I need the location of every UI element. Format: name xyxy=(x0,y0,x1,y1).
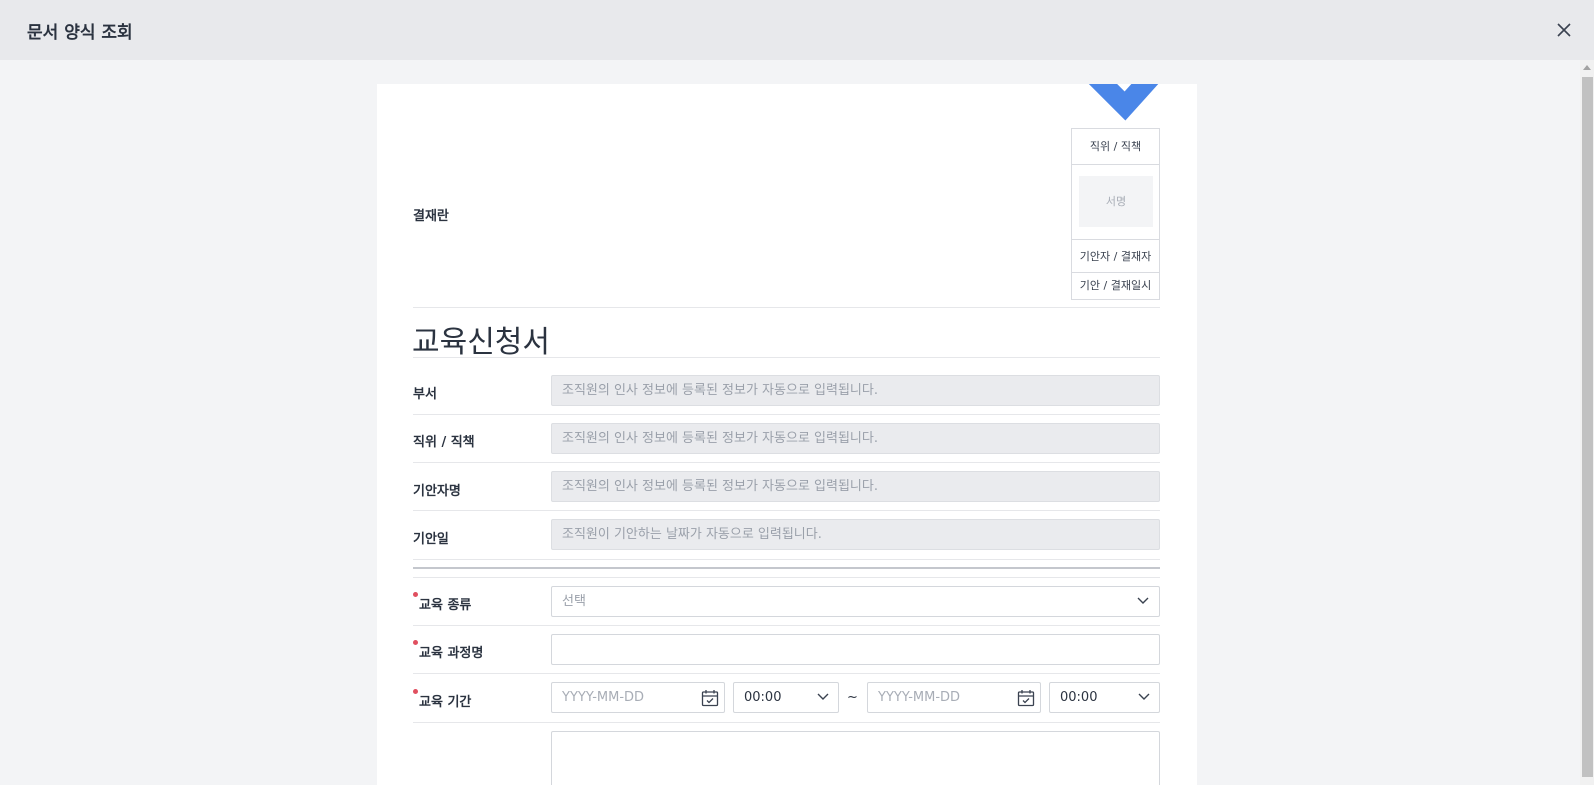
chevron-down-icon xyxy=(1138,693,1150,700)
scroll-thumb[interactable] xyxy=(1582,77,1593,777)
document-paper: 결재란 직위 / 직책 서명 기안자 / 결재자 기안 / 결재일시 교육신청서… xyxy=(377,84,1197,785)
approval-date-row: 기안 / 결재일시 xyxy=(1079,279,1152,292)
divider xyxy=(413,307,1160,308)
start-date-input[interactable]: YYYY-MM-DD xyxy=(551,682,725,713)
document-title: 교육신청서 xyxy=(412,325,550,360)
start-time-select[interactable]: 00:00 xyxy=(733,682,839,713)
education-period-label: 교육 기간 xyxy=(419,695,472,710)
end-date-placeholder: YYYY-MM-DD xyxy=(878,690,961,705)
draft-date-label: 기안일 xyxy=(413,532,449,547)
approval-sign-area[interactable]: 서명 xyxy=(1079,176,1153,227)
checkmark-icon xyxy=(1088,84,1159,121)
period-separator: ~ xyxy=(847,690,858,705)
approval-label: 결재란 xyxy=(413,209,449,224)
details-textarea[interactable] xyxy=(551,731,1160,785)
chevron-down-icon xyxy=(1137,597,1149,604)
divider xyxy=(413,462,1160,463)
education-type-placeholder: 선택 xyxy=(562,594,586,609)
start-date-placeholder: YYYY-MM-DD xyxy=(562,690,645,705)
required-dot xyxy=(413,592,418,597)
modal-body: 결재란 직위 / 직책 서명 기안자 / 결재자 기안 / 결재일시 교육신청서… xyxy=(0,60,1594,785)
end-time-value: 00:00 xyxy=(1060,690,1098,705)
department-field: 조직원의 인사 정보에 등록된 정보가 자동으로 입력됩니다. xyxy=(551,375,1160,406)
divider xyxy=(413,673,1160,674)
course-name-input[interactable] xyxy=(551,634,1160,665)
end-time-select[interactable]: 00:00 xyxy=(1049,682,1160,713)
education-type-select[interactable]: 선택 xyxy=(551,586,1160,617)
scroll-up-arrow-icon[interactable] xyxy=(1583,65,1591,70)
education-type-label: 교육 종류 xyxy=(419,598,472,613)
divider xyxy=(413,414,1160,415)
modal-header: 문서 양식 조회 xyxy=(0,0,1594,60)
divider xyxy=(413,357,1160,358)
divider xyxy=(413,625,1160,626)
divider xyxy=(413,722,1160,723)
position-field: 조직원의 인사 정보에 등록된 정보가 자동으로 입력됩니다. xyxy=(551,423,1160,454)
divider xyxy=(413,559,1160,560)
modal-title: 문서 양식 조회 xyxy=(27,23,133,43)
position-label: 직위 / 직책 xyxy=(413,435,475,450)
department-label: 부서 xyxy=(413,387,437,402)
end-date-input[interactable]: YYYY-MM-DD xyxy=(867,682,1041,713)
approval-position-header: 직위 / 직책 xyxy=(1072,129,1159,165)
chevron-down-icon xyxy=(817,693,829,700)
draft-date-field: 조직원이 기안하는 날짜가 자동으로 입력됩니다. xyxy=(551,519,1160,550)
drafter-name-label: 기안자명 xyxy=(413,484,461,499)
required-dot xyxy=(413,689,418,694)
approval-box: 직위 / 직책 서명 기안자 / 결재자 기안 / 결재일시 xyxy=(1071,128,1160,300)
section-divider xyxy=(413,567,1160,569)
divider xyxy=(413,577,1160,578)
required-dot xyxy=(413,640,418,645)
calendar-icon[interactable] xyxy=(1017,689,1035,707)
close-icon xyxy=(1557,23,1571,37)
divider xyxy=(413,510,1160,511)
drafter-name-field: 조직원의 인사 정보에 등록된 정보가 자동으로 입력됩니다. xyxy=(551,471,1160,502)
vertical-scrollbar[interactable] xyxy=(1580,60,1594,785)
calendar-icon[interactable] xyxy=(701,689,719,707)
close-button[interactable] xyxy=(1551,17,1577,43)
start-time-value: 00:00 xyxy=(744,690,782,705)
course-name-label: 교육 과정명 xyxy=(419,646,484,661)
approval-drafter-row: 기안자 / 결재자 xyxy=(1072,239,1159,273)
